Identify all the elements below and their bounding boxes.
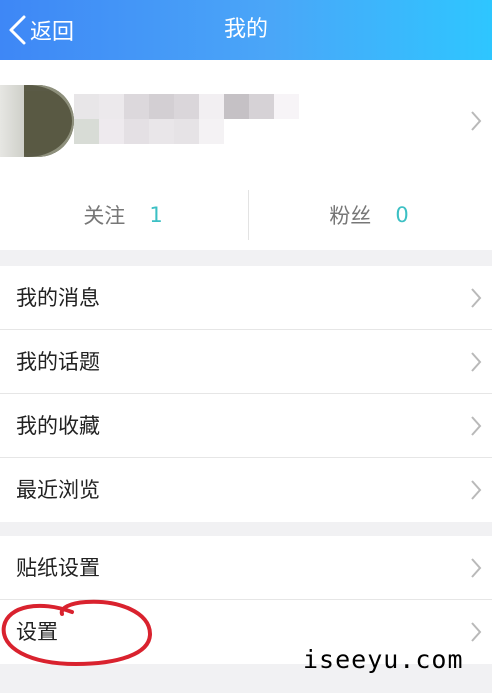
stat-value: 0 [395,203,409,227]
stat-label: 粉丝 [329,204,372,228]
menu-item-label: 我的收藏 [16,414,100,438]
back-label: 返回 [30,20,75,45]
chevron-left-icon [9,15,26,45]
stat-followers[interactable]: 粉丝 0 [246,180,492,250]
chevron-right-icon [471,622,482,642]
chevron-right-icon [471,111,482,131]
chevron-right-icon [471,558,482,578]
stat-following[interactable]: 关注 1 [0,180,246,250]
username-obscured [74,94,314,150]
chevron-right-icon [471,480,482,500]
menu-item-label: 设置 [16,620,58,644]
chevron-right-icon [471,416,482,436]
chevron-right-icon [471,288,482,308]
menu-item-topics[interactable]: 我的话题 [0,330,492,394]
watermark: iseeyu.com [303,645,464,674]
top-bar: 返回 我的 [0,0,492,60]
chevron-right-icon [471,352,482,372]
stats-divider [248,190,249,240]
menu-item-recent[interactable]: 最近浏览 [0,458,492,522]
avatar [0,85,74,157]
menu-item-messages[interactable]: 我的消息 [0,266,492,330]
menu-item-label: 我的话题 [16,350,100,374]
stat-label: 关注 [83,204,126,228]
menu-item-label: 贴纸设置 [16,556,100,580]
menu-item-favorites[interactable]: 我的收藏 [0,394,492,458]
stats-row: 关注 1 粉丝 0 [0,180,492,250]
stat-value: 1 [149,203,163,227]
profile-card: 关注 1 粉丝 0 [0,60,492,250]
profile-row[interactable] [0,60,492,180]
menu-item-label: 我的消息 [16,286,100,310]
menu-item-sticker-settings[interactable]: 贴纸设置 [0,536,492,600]
menu-item-label: 最近浏览 [16,478,100,502]
menu-group-main: 我的消息 我的话题 我的收藏 最近浏览 [0,266,492,522]
back-button[interactable]: 返回 [6,10,74,50]
